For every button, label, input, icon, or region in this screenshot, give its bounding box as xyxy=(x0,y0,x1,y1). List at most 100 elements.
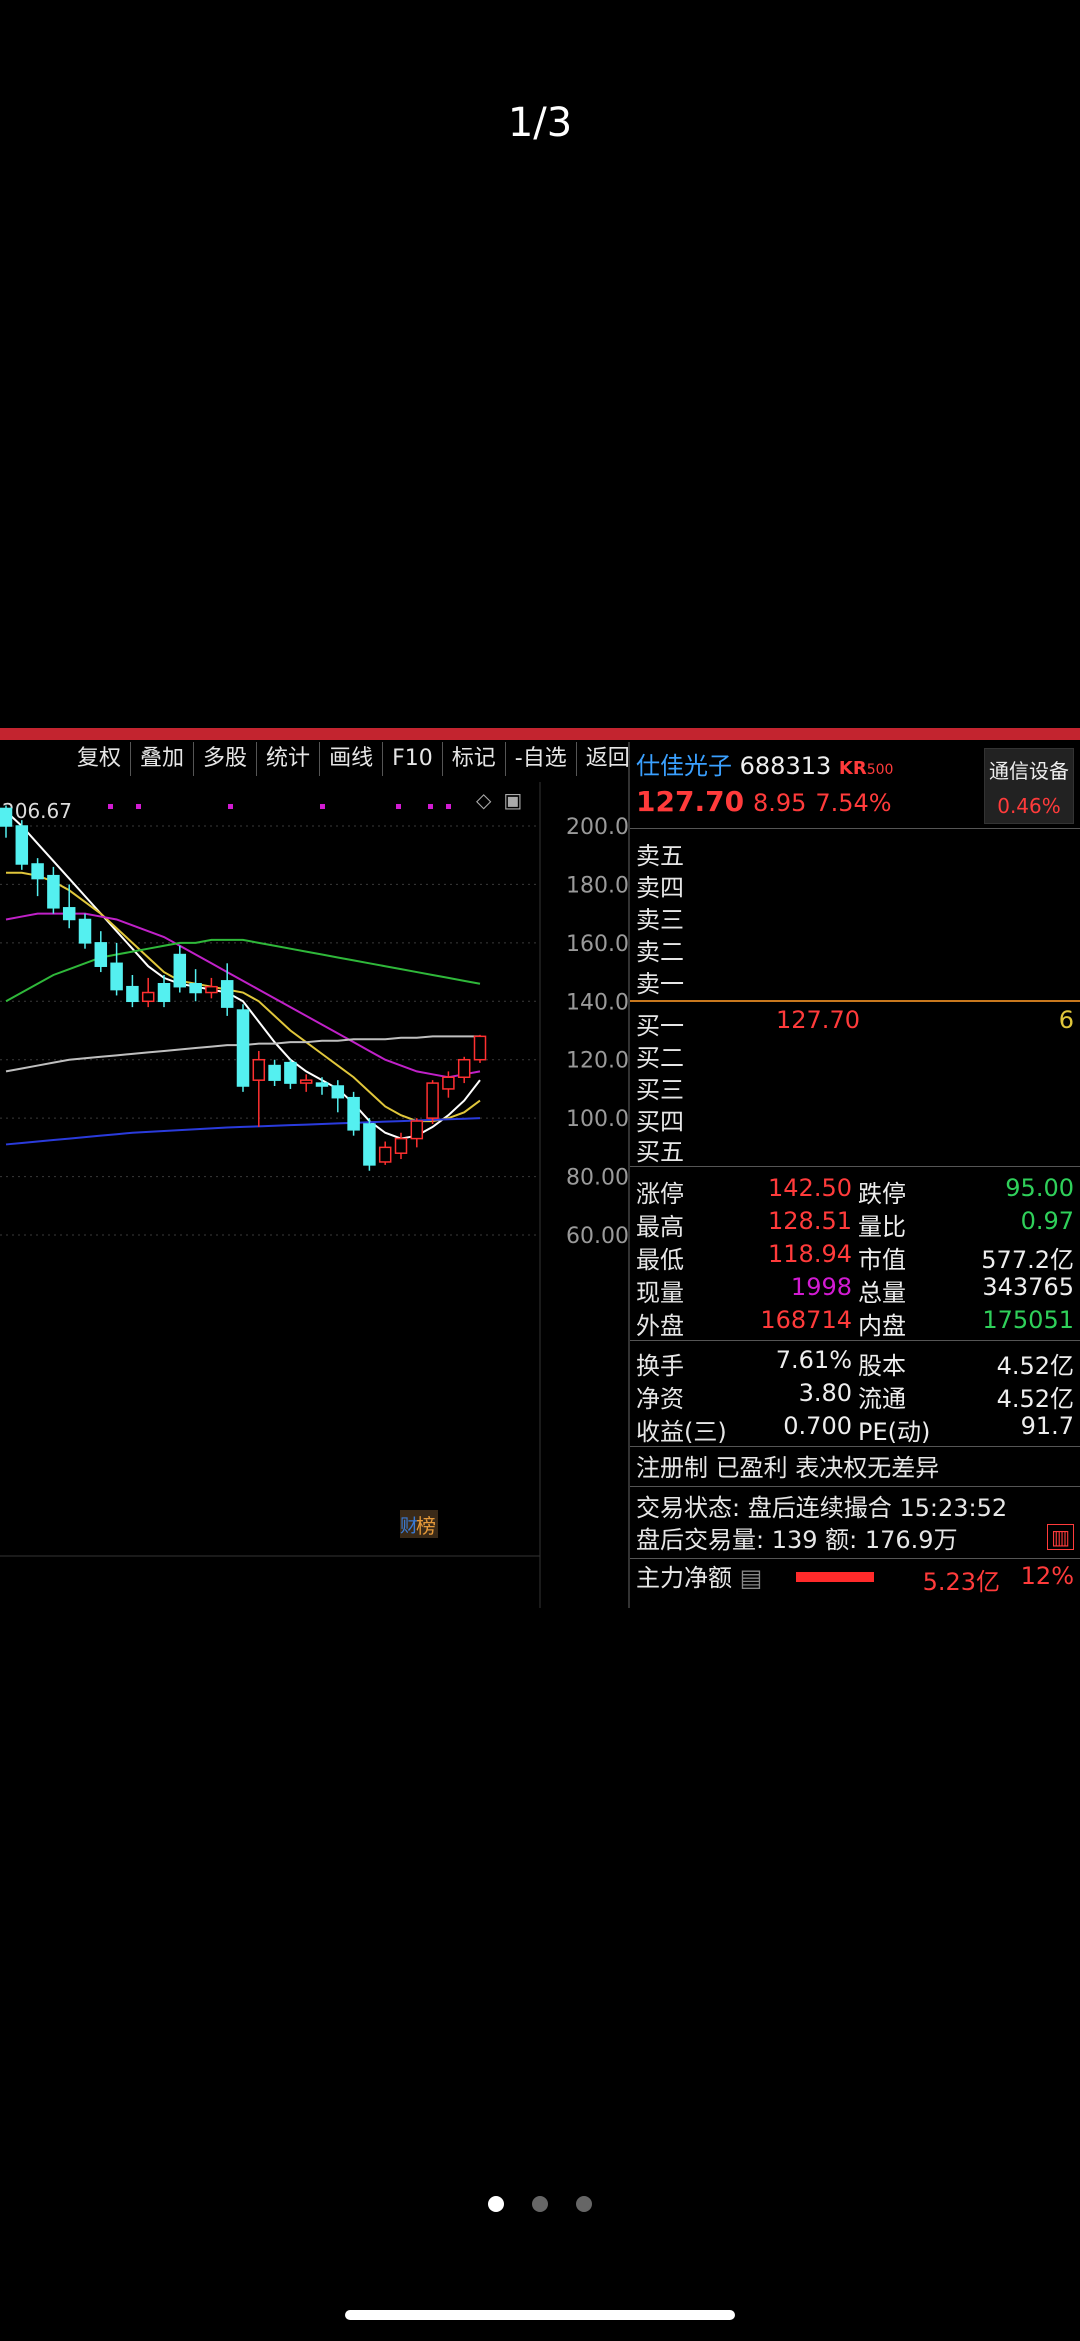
candle-body xyxy=(394,1137,408,1154)
toolbar-f10-button[interactable]: F10 xyxy=(382,742,442,776)
ask-5: 卖五 xyxy=(636,842,684,870)
main-flow-value: 5.23亿 xyxy=(922,1568,1000,1596)
total-volume-value: 343765 xyxy=(982,1273,1074,1301)
ask-3: 卖三 xyxy=(636,906,684,934)
chart-icon[interactable]: ▥ xyxy=(1047,1524,1074,1550)
candle-body xyxy=(15,825,29,865)
current-volume-value: 1998 xyxy=(790,1273,852,1301)
toolbar-overlay-button[interactable]: 叠加 xyxy=(130,742,193,776)
candle-body xyxy=(157,983,171,1003)
nav-label: 净资 xyxy=(636,1385,684,1413)
toolbar-multi-stock-button[interactable]: 多股 xyxy=(193,742,256,776)
signal-dot xyxy=(228,804,233,809)
eps-label: 收益(三) xyxy=(636,1418,727,1446)
candle-body xyxy=(378,1146,392,1163)
home-indicator[interactable] xyxy=(345,2310,735,2320)
bid-3-label: 买三 xyxy=(636,1076,684,1104)
eps-value: 0.700 xyxy=(783,1412,852,1440)
candle-body xyxy=(347,1096,360,1131)
info-separator xyxy=(630,1446,1080,1447)
moving-average-line xyxy=(5,1117,481,1146)
pager-dot-2[interactable] xyxy=(532,2196,548,2212)
inner-value: 175051 xyxy=(982,1306,1074,1334)
y-tick-label: 140.0 xyxy=(566,990,629,1015)
turnover-label: 换手 xyxy=(636,1352,684,1380)
total-volume-label: 总量 xyxy=(858,1279,906,1307)
page-indicator: 1/3 xyxy=(507,100,573,146)
rank-badge-text: 榜 xyxy=(416,1514,436,1538)
toolbar-fuquan-button[interactable]: 复权 xyxy=(68,742,130,776)
pager-dot-3[interactable] xyxy=(576,2196,592,2212)
candle-body xyxy=(62,907,76,921)
candle-body xyxy=(110,962,123,991)
current-price: 127.70 xyxy=(636,785,745,818)
toolbar-mark-button[interactable]: 标记 xyxy=(441,742,505,776)
bid-1-label: 买一 xyxy=(636,1012,684,1040)
shares-label: 股本 xyxy=(858,1352,906,1380)
ask-4: 卖四 xyxy=(636,874,684,902)
toolbar-watchlist-button[interactable]: -自选 xyxy=(504,742,576,776)
stats-separator xyxy=(630,1340,1080,1341)
signal-dot xyxy=(428,804,433,809)
list-icon[interactable]: ▤ xyxy=(740,1564,763,1592)
quote-panel: 仕佳光子 688313 KR500 127.70 8.95 7.54% 通信设备… xyxy=(630,742,1080,1608)
turnover-value: 7.61% xyxy=(775,1346,852,1374)
nav-value: 3.80 xyxy=(798,1379,852,1407)
limit-up-label: 涨停 xyxy=(636,1180,684,1208)
candle-body xyxy=(426,1082,439,1119)
signal-dot xyxy=(396,804,401,809)
registration-info: 注册制 已盈利 表决权无差异 xyxy=(636,1454,940,1482)
high-value: 128.51 xyxy=(768,1207,852,1235)
stock-screenshot: 复权 叠加 多股 统计 画线 F10 标记 -自选 返回 ◇ ▣ 200.0 18… xyxy=(0,728,1080,1608)
high-price-label: 206.67 xyxy=(2,799,72,823)
low-label: 最低 xyxy=(636,1246,684,1274)
stock-name[interactable]: 仕佳光子 xyxy=(636,752,732,780)
inner-label: 内盘 xyxy=(858,1312,906,1340)
limit-up-value: 142.50 xyxy=(768,1174,852,1202)
y-tick-label: 60.00 xyxy=(566,1224,629,1249)
toolbar-stats-button[interactable]: 统计 xyxy=(256,742,319,776)
industry-badge[interactable]: 通信设备 0.46% xyxy=(984,748,1074,824)
market-cap-value: 577.2亿 xyxy=(981,1246,1074,1274)
signal-dot xyxy=(108,804,113,809)
float-value: 4.52亿 xyxy=(996,1385,1074,1413)
pager-dot-1[interactable] xyxy=(488,2196,504,2212)
price-change-pct: 7.54% xyxy=(815,789,892,817)
signal-dot xyxy=(136,804,141,809)
candle-body xyxy=(331,1085,345,1099)
candle-body xyxy=(284,1061,297,1084)
kline-chart[interactable]: 200.0 180.0 160.0 140.0 120.0 100.0 80.00 60.00… xyxy=(0,782,630,1608)
chart-toolbar: 复权 叠加 多股 统计 画线 F10 标记 -自选 返回 xyxy=(68,742,639,778)
candle-body xyxy=(126,985,139,1003)
ask-1: 卖一 xyxy=(636,970,684,998)
main-flow-pct: 12% xyxy=(1020,1562,1074,1590)
candle-body xyxy=(173,953,187,988)
outer-value: 168714 xyxy=(760,1306,852,1334)
bid-1-volume: 6 xyxy=(1058,1006,1074,1034)
candle-body xyxy=(268,1064,281,1081)
bid-5-label: 买五 xyxy=(636,1138,684,1166)
candle-body xyxy=(78,918,92,944)
candle-body xyxy=(363,1123,376,1166)
outer-label: 外盘 xyxy=(636,1312,684,1340)
limit-down-label: 跌停 xyxy=(858,1180,906,1208)
stock-code: 688313 xyxy=(739,752,832,780)
float-label: 流通 xyxy=(858,1385,906,1413)
market-cap-label: 市值 xyxy=(858,1246,906,1274)
low-value: 118.94 xyxy=(768,1240,852,1268)
industry-pct: 0.46% xyxy=(997,794,1061,818)
candle-body xyxy=(410,1120,424,1140)
price-change: 8.95 xyxy=(752,789,807,817)
toolbar-draw-button[interactable]: 画线 xyxy=(319,742,382,776)
shares-value: 4.52亿 xyxy=(996,1352,1074,1380)
kline-svg: 200.0 180.0 160.0 140.0 120.0 100.0 80.00 60.00… xyxy=(0,782,629,1608)
industry-name: 通信设备 xyxy=(989,759,1069,783)
top-accent-bar xyxy=(0,728,1080,740)
y-tick-label: 100.0 xyxy=(566,1107,629,1132)
y-tick-label: 120.0 xyxy=(566,1049,629,1074)
candle-body xyxy=(236,1009,250,1087)
candle-body xyxy=(315,1082,329,1087)
y-tick-label: 180.0 xyxy=(566,873,629,898)
orderbook-mid-separator xyxy=(630,1000,1080,1002)
y-tick-label: 200.0 xyxy=(566,815,629,840)
